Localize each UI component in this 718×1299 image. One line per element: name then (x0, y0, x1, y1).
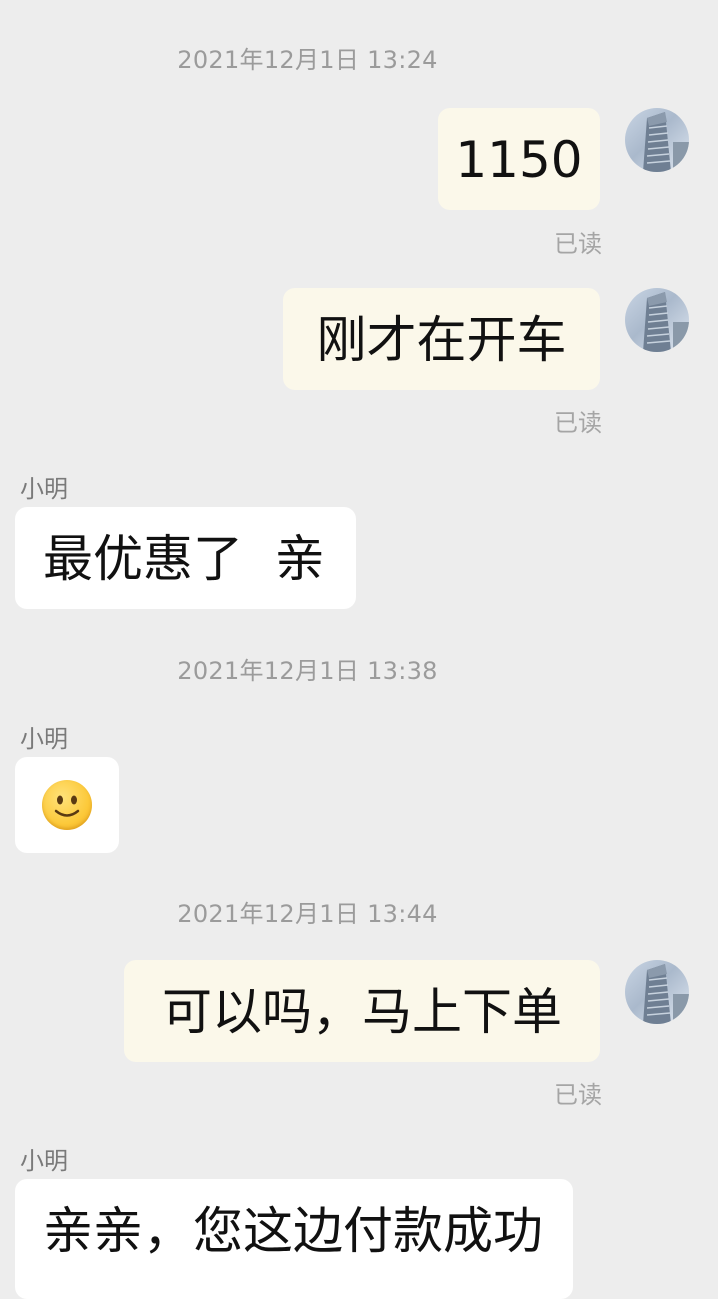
read-receipt: 已读 (554, 1081, 602, 1109)
message-bubble-sent[interactable]: 1150 (438, 108, 600, 210)
read-receipt: 已读 (554, 409, 602, 437)
sender-name: 小明 (20, 1147, 68, 1175)
timestamp: 2021年12月1日 13:24 (177, 46, 438, 74)
read-receipt: 已读 (554, 230, 602, 258)
timestamp: 2021年12月1日 13:38 (177, 657, 438, 685)
message-bubble-received[interactable]: 亲亲，您这边付款成功 (15, 1179, 573, 1299)
building-photo-icon (643, 112, 689, 172)
avatar[interactable] (625, 108, 689, 172)
sender-name: 小明 (20, 725, 68, 753)
message-bubble-received[interactable]: 最优惠了 亲 (15, 507, 356, 609)
avatar[interactable] (625, 288, 689, 352)
timestamp: 2021年12月1日 13:44 (177, 900, 438, 928)
avatar[interactable] (625, 960, 689, 1024)
slightly-smiling-face-icon (42, 780, 92, 830)
message-bubble-sent[interactable]: 可以吗，马上下单 (124, 960, 600, 1062)
building-photo-icon (643, 964, 689, 1024)
message-bubble-sent[interactable]: 刚才在开车 (283, 288, 600, 390)
building-photo-icon (643, 292, 689, 352)
sender-name: 小明 (20, 475, 68, 503)
